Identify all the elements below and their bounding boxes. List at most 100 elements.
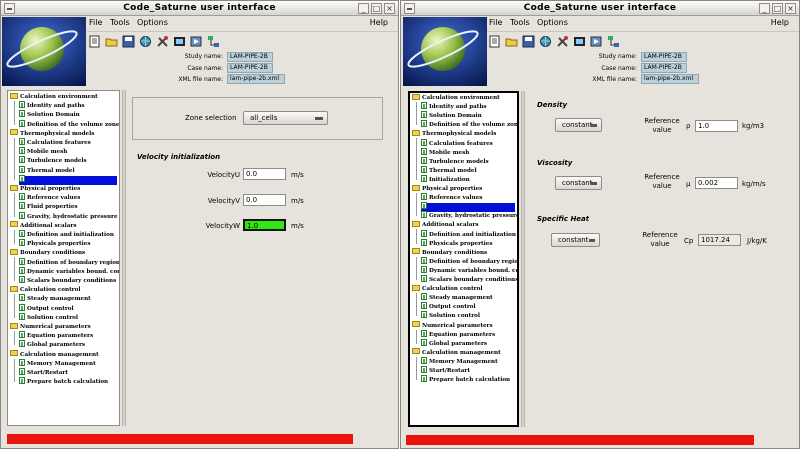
- run-icon[interactable]: [590, 35, 603, 48]
- velocity-u-input[interactable]: 0.0: [243, 168, 286, 180]
- menu-help[interactable]: Help: [771, 18, 789, 27]
- tree-page-item[interactable]: Gravity, hydrostatic pressure: [421, 211, 517, 221]
- tree-page-item[interactable]: Reference values: [421, 193, 482, 203]
- splitter-handle[interactable]: [521, 91, 525, 427]
- tree-branch-line: [416, 329, 417, 344]
- tree-page-item[interactable]: Steady management: [421, 293, 493, 303]
- tree-page-item[interactable]: Definition of boundary regions: [19, 257, 119, 268]
- menu-tools[interactable]: Tools: [510, 18, 530, 27]
- tree-page-item[interactable]: Initialization: [421, 174, 470, 185]
- tree-page-item[interactable]: Fluid properties: [19, 202, 78, 212]
- tree-page-item[interactable]: Identity and paths: [19, 101, 85, 111]
- zone-selection-combo[interactable]: all_cells: [243, 111, 328, 125]
- tree-page-item[interactable]: Output control: [421, 302, 476, 312]
- density-value-input[interactable]: 1.0: [695, 120, 738, 132]
- close-button[interactable]: ×: [785, 3, 796, 14]
- tree-page-item[interactable]: Equation parameters: [19, 331, 93, 341]
- menu-help[interactable]: Help: [370, 18, 388, 27]
- menu-file[interactable]: File: [89, 18, 102, 27]
- tree-page-item[interactable]: Dynamic variables bound. cond.: [421, 265, 519, 276]
- tree-page-item[interactable]: Prepare batch calculation: [421, 375, 510, 385]
- title-bar[interactable]: Code_Saturne user interface _ □ ×: [1, 1, 398, 16]
- network-icon[interactable]: [207, 35, 220, 48]
- tree-page-item[interactable]: Calculation features: [19, 138, 91, 148]
- density-mode-combo[interactable]: constant: [555, 118, 602, 132]
- tree-page-item[interactable]: Physicals properties: [421, 238, 492, 249]
- tools-icon[interactable]: [156, 35, 169, 48]
- tree-page-item[interactable]: Output control: [19, 303, 74, 314]
- tree-page-item[interactable]: Identity and paths: [421, 102, 487, 112]
- open-folder-icon[interactable]: [505, 35, 518, 48]
- network-icon[interactable]: [607, 35, 620, 48]
- menu-options[interactable]: Options: [137, 18, 168, 27]
- save-icon[interactable]: [522, 35, 535, 48]
- close-button[interactable]: ×: [384, 3, 395, 14]
- tree-page-item[interactable]: Thermal model: [421, 165, 477, 176]
- folder-icon: [412, 284, 420, 291]
- tree-page-item[interactable]: Solution control: [421, 311, 480, 321]
- tree-page-item[interactable]: Definition and initialization: [421, 229, 516, 240]
- velocity-v-input[interactable]: 0.0: [243, 194, 286, 206]
- tree-page-item[interactable]: Calculation features: [421, 138, 493, 149]
- velocity-w-input[interactable]: 1.0: [243, 219, 286, 231]
- open-folder-icon[interactable]: [105, 35, 118, 48]
- page-icon: [421, 165, 427, 173]
- tree-page-item[interactable]: Equation parameters: [421, 329, 495, 340]
- tree-page-item[interactable]: Scalars boundary conditions: [421, 275, 517, 285]
- tree-page-item[interactable]: Memory Management: [19, 358, 96, 369]
- minimize-button[interactable]: _: [759, 3, 770, 14]
- tree-page-item[interactable]: Start/Restart: [421, 366, 470, 376]
- tree-page-item[interactable]: Steady management: [19, 294, 91, 304]
- maximize-button[interactable]: □: [371, 3, 382, 14]
- tree-page-item[interactable]: Solution control: [19, 312, 78, 323]
- tree-page-item[interactable]: Start/Restart: [19, 368, 68, 378]
- new-file-icon[interactable]: [488, 35, 501, 48]
- tree-page-item[interactable]: [19, 174, 27, 185]
- tree-page-item[interactable]: Turbulence models: [19, 156, 87, 166]
- tree-branch-line: [416, 256, 417, 280]
- page-icon: [421, 311, 427, 319]
- tree-page-item[interactable]: Scalars boundary conditions: [19, 276, 116, 286]
- new-file-icon[interactable]: [88, 35, 101, 48]
- title-bar[interactable]: Code_Saturne user interface _ □ ×: [401, 1, 799, 16]
- minimize-button[interactable]: _: [358, 3, 369, 14]
- tree-item-label: Dynamic variables bound. cond.: [429, 267, 519, 274]
- film-icon[interactable]: [573, 35, 586, 48]
- density-heading: Density: [537, 101, 568, 109]
- film-icon[interactable]: [173, 35, 186, 48]
- viscosity-mode-combo[interactable]: constant: [555, 176, 602, 190]
- specific-heat-mode-combo[interactable]: constant: [551, 233, 600, 247]
- specific-heat-value-input[interactable]: 1017.24: [698, 234, 741, 246]
- tree-page-item[interactable]: Dynamic variables bound. cond.: [19, 266, 119, 277]
- save-icon[interactable]: [122, 35, 135, 48]
- tree-page-item[interactable]: Prepare batch calculation: [19, 377, 108, 387]
- tree-page-item[interactable]: Mobile mesh: [19, 147, 67, 157]
- tree-page-item[interactable]: Thermal model: [19, 165, 75, 176]
- tree-page-item[interactable]: Global parameters: [421, 338, 487, 349]
- tree-page-item[interactable]: Definition of the volume zones: [421, 120, 517, 130]
- tree-page-item[interactable]: Definition of the volume zones: [19, 119, 119, 130]
- tree-page-item[interactable]: Gravity, hydrostatic pressure: [19, 211, 118, 222]
- tree-page-item[interactable]: Mobile mesh: [421, 147, 469, 158]
- run-icon[interactable]: [190, 35, 203, 48]
- tree-page-item[interactable]: Global parameters: [19, 340, 85, 350]
- globe-icon[interactable]: [139, 35, 152, 48]
- tree-page-item[interactable]: Definition of boundary regions: [421, 256, 517, 267]
- splitter-handle[interactable]: [122, 90, 126, 426]
- tree-page-item[interactable]: Physicals properties: [19, 239, 90, 249]
- tree-page-item[interactable]: Definition and initialization: [19, 230, 114, 240]
- globe-icon[interactable]: [539, 35, 552, 48]
- tree-page-item[interactable]: Solution Domain: [19, 110, 80, 120]
- page-icon: [421, 174, 427, 182]
- maximize-button[interactable]: □: [772, 3, 783, 14]
- tree-page-item[interactable]: Solution Domain: [421, 111, 482, 121]
- menu-file[interactable]: File: [489, 18, 502, 27]
- tools-icon[interactable]: [556, 35, 569, 48]
- menu-tools[interactable]: Tools: [110, 18, 130, 27]
- folder-icon: [10, 350, 18, 357]
- menu-options[interactable]: Options: [537, 18, 568, 27]
- tree-page-item[interactable]: Memory Management: [421, 356, 498, 367]
- tree-page-item[interactable]: Turbulence models: [421, 156, 489, 167]
- tree-page-item[interactable]: Reference values: [19, 193, 80, 203]
- viscosity-value-input[interactable]: 0.002: [695, 177, 738, 189]
